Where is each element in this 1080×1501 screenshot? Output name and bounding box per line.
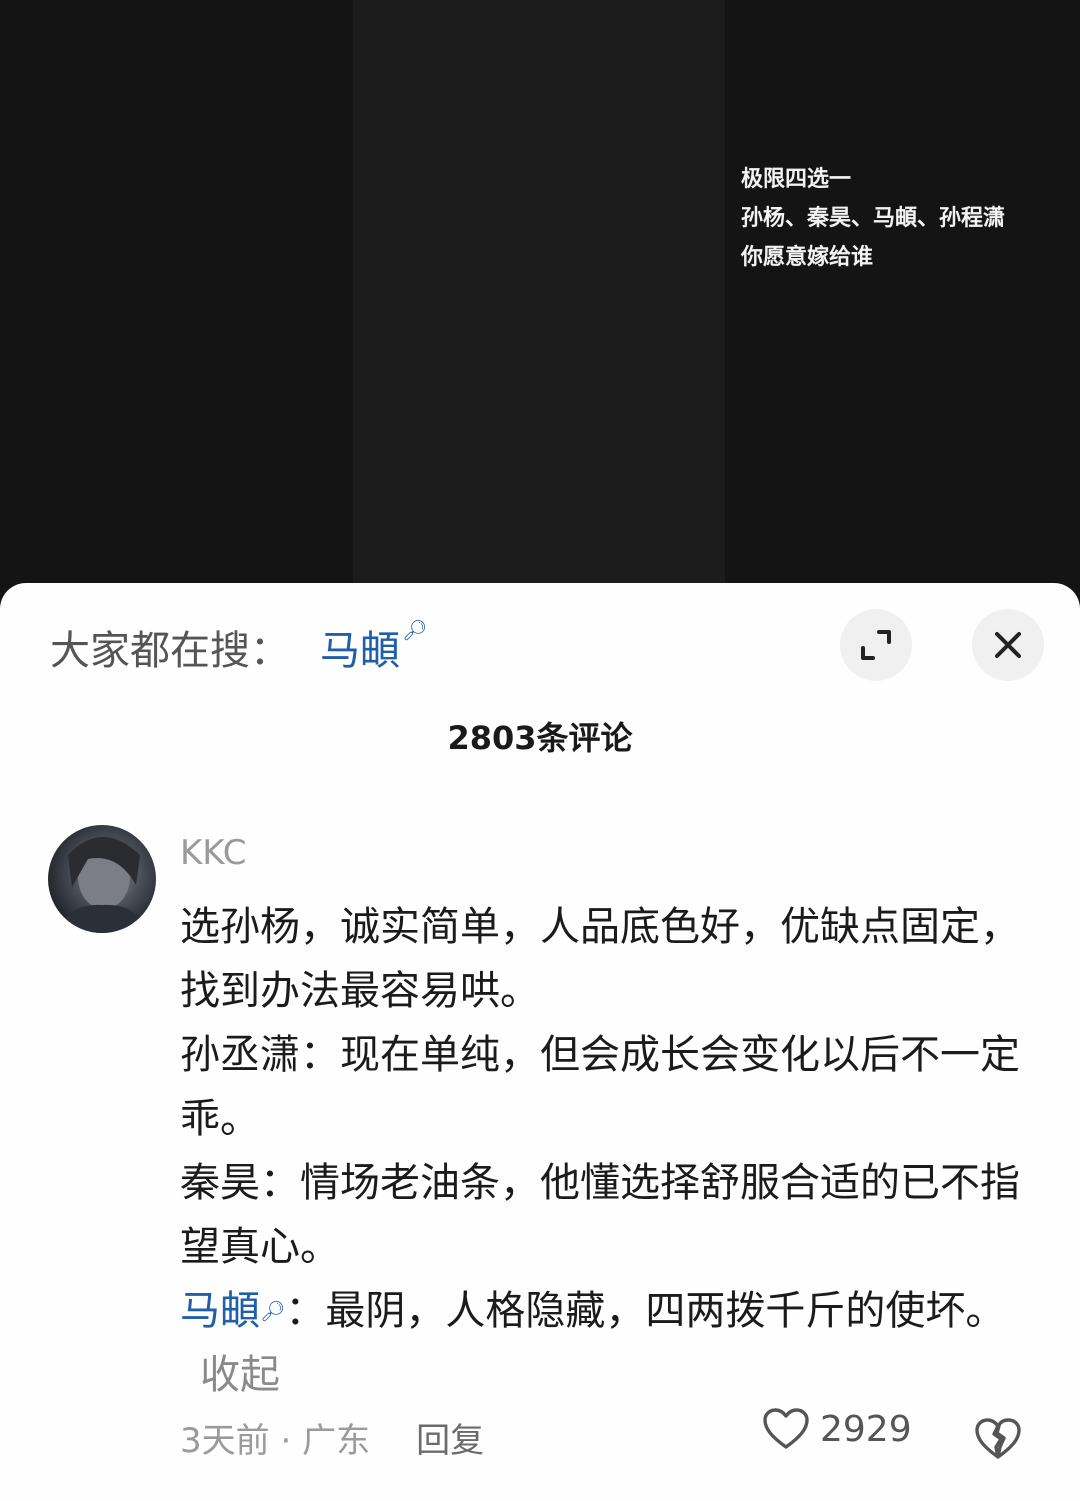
heart-icon [763, 1408, 809, 1449]
comment-location: 广东 [302, 1421, 371, 1461]
expand-button[interactable] [840, 609, 912, 681]
comment-search-term[interactable]: 马頔 [180, 1288, 260, 1334]
caption-line-1: 极限四选一 [741, 167, 852, 192]
comment-paragraph-4-text: ：最阴，人格隐藏，四两拨千斤的使坏。 [285, 1288, 1006, 1334]
comment-paragraph-1: 选孙杨，诚实简单，人品底色好，优缺点固定，找到办法最容易哄。 [180, 904, 1020, 1014]
avatar-image [58, 837, 148, 933]
comment-meta: 3天前 · 广东 回复 [180, 1413, 484, 1462]
video-caption: 极限四选一 孙杨、秦昊、马頔、孙程潇 你愿意嫁给谁 [741, 160, 1005, 277]
comment-search-link[interactable]: 马頔🔎︎ [180, 1288, 285, 1334]
comment-time: 3天前 [180, 1421, 270, 1461]
caption-line-3: 你愿意嫁给谁 [741, 245, 874, 270]
search-icon: 🔎︎ [402, 618, 428, 642]
reply-button[interactable]: 回复 [416, 1421, 484, 1461]
comment-text: 选孙杨，诚实简单，人品底色好，优缺点固定，找到办法最容易哄。 孙丞潇：现在单纯，… [180, 895, 1040, 1407]
meta-separator: · [269, 1421, 303, 1461]
trending-search-link[interactable]: 马頔 🔎︎ [320, 618, 427, 676]
comments-sheet: 大家都在搜： 马頔 🔎︎ 2803条评论 KKC 选孙杨，诚实简单，人品底色好，优… [0, 583, 1080, 1501]
collapse-link[interactable]: 收起 [200, 1352, 280, 1398]
comment-count-title: 2803条评论 [447, 719, 633, 757]
broken-heart-icon [975, 1418, 1021, 1459]
close-icon [995, 632, 1021, 658]
comment-username[interactable]: KKC [180, 833, 246, 873]
video-background: 极限四选一 孙杨、秦昊、马頔、孙程潇 你愿意嫁给谁 [0, 0, 1080, 600]
like-count: 2929 [820, 1408, 912, 1450]
search-icon: 🔎︎ [260, 1299, 286, 1323]
avatar[interactable] [48, 825, 156, 933]
caption-line-2: 孙杨、秦昊、马頔、孙程潇 [741, 206, 1006, 231]
expand-icon [861, 630, 891, 660]
trending-search-row: 大家都在搜： 马頔 🔎︎ [50, 618, 427, 676]
dislike-button[interactable] [974, 1417, 1022, 1465]
close-button[interactable] [972, 609, 1044, 681]
video-frame[interactable]: 极限四选一 孙杨、秦昊、马頔、孙程潇 你愿意嫁给谁 [353, 0, 1005, 600]
comment-paragraph-2: 孙丞潇：现在单纯，但会成长会变化以后不一定乖。 [180, 1032, 1020, 1142]
like-button[interactable]: 2929 [762, 1407, 912, 1451]
trending-search-prefix: 大家都在搜： [50, 628, 290, 674]
comment-paragraph-4: 马頔🔎︎：最阴，人格隐藏，四两拨千斤的使坏。收起 [180, 1279, 1040, 1407]
trending-search-term[interactable]: 马頔 [320, 628, 400, 674]
comment-paragraph-3: 秦昊：情场老油条，他懂选择舒服合适的已不指望真心。 [180, 1160, 1020, 1270]
